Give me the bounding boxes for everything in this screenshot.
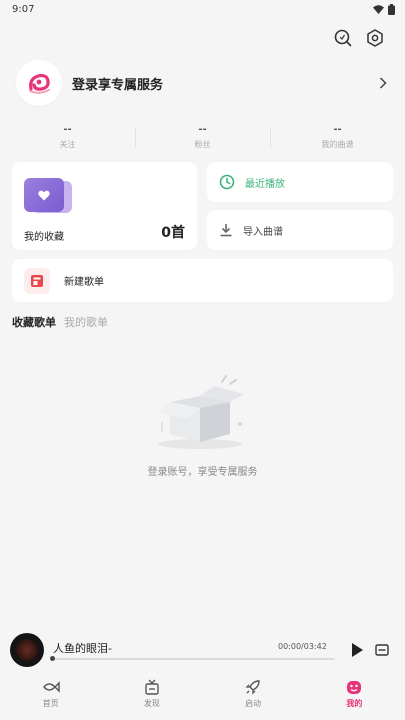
new-playlist-button[interactable]: 新建歌单 bbox=[12, 259, 393, 302]
song-time: 00:00/03:42 bbox=[278, 642, 327, 651]
new-playlist-icon bbox=[24, 267, 50, 294]
download-icon bbox=[220, 224, 232, 237]
stat-following[interactable]: -- 关注 bbox=[0, 124, 135, 154]
recent-played-label: 最近播放 bbox=[245, 178, 285, 190]
favorites-label: 我的收藏 bbox=[24, 232, 64, 243]
nav-launch[interactable]: 启动 bbox=[203, 673, 304, 720]
settings-button[interactable] bbox=[365, 28, 385, 48]
bottom-nav: 首页 发现 启动 我的 bbox=[0, 673, 405, 720]
stat-following-value: -- bbox=[63, 124, 72, 135]
nav-mine-label: 我的 bbox=[346, 699, 363, 708]
avatar bbox=[16, 60, 62, 106]
stat-fans[interactable]: -- 粉丝 bbox=[135, 124, 270, 154]
search-icon bbox=[334, 29, 352, 47]
chevron-right-icon bbox=[376, 76, 390, 90]
status-bar: 9:07 bbox=[0, 0, 405, 18]
tab-my-playlists[interactable]: 我的歌单 bbox=[64, 314, 108, 330]
play-icon[interactable] bbox=[350, 642, 364, 658]
progress-bar[interactable] bbox=[51, 658, 335, 660]
progress-handle[interactable] bbox=[50, 656, 55, 661]
import-score-label: 导入曲谱 bbox=[243, 226, 283, 238]
playlist-tabs: 收藏歌单 我的歌单 bbox=[12, 314, 108, 330]
recent-played-button[interactable]: 最近播放 bbox=[207, 162, 393, 202]
stat-following-label: 关注 bbox=[59, 140, 76, 149]
stat-fans-label: 粉丝 bbox=[194, 140, 211, 149]
stat-scores-label: 我的曲谱 bbox=[321, 140, 354, 149]
search-button[interactable] bbox=[333, 28, 353, 48]
settings-icon bbox=[367, 29, 383, 47]
playlist-icon[interactable] bbox=[375, 643, 389, 657]
wifi-icon bbox=[373, 4, 384, 14]
song-title: 人鱼的眼泪- bbox=[53, 642, 112, 655]
album-art bbox=[10, 633, 44, 667]
empty-state-text: 登录账号，享受专属服务 bbox=[147, 467, 258, 478]
battery-icon bbox=[388, 3, 395, 15]
nav-mine[interactable]: 我的 bbox=[304, 673, 405, 720]
empty-box-illustration bbox=[158, 375, 244, 449]
nav-discover-label: 发现 bbox=[143, 699, 160, 708]
stats-row: -- 关注 -- 粉丝 -- 我的曲谱 bbox=[0, 124, 405, 154]
status-time: 9:07 bbox=[12, 3, 35, 15]
stat-scores[interactable]: -- 我的曲谱 bbox=[270, 124, 405, 154]
favorites-card[interactable]: 我的收藏 0首 bbox=[12, 162, 197, 250]
favorites-cover bbox=[24, 178, 72, 213]
status-icons bbox=[373, 3, 395, 15]
nav-home[interactable]: 首页 bbox=[0, 673, 101, 720]
fish-icon bbox=[42, 681, 60, 693]
favorites-count: 0首 bbox=[161, 225, 185, 241]
clock-icon bbox=[219, 174, 235, 190]
pig-icon bbox=[347, 681, 362, 694]
login-label: 登录享专属服务 bbox=[72, 77, 164, 93]
stat-scores-value: -- bbox=[333, 124, 342, 135]
rocket-icon bbox=[245, 680, 260, 695]
new-playlist-label: 新建歌单 bbox=[64, 277, 104, 288]
nav-discover[interactable]: 发现 bbox=[101, 673, 202, 720]
import-score-button[interactable]: 导入曲谱 bbox=[207, 210, 393, 250]
nav-launch-label: 启动 bbox=[245, 699, 262, 708]
box-icon bbox=[145, 679, 159, 695]
heart-icon bbox=[38, 190, 50, 200]
mini-player[interactable]: 人鱼的眼泪- 00:00/03:42 bbox=[0, 628, 405, 672]
stat-fans-value: -- bbox=[198, 124, 207, 135]
app-logo-icon bbox=[29, 73, 50, 94]
tab-collected-playlists[interactable]: 收藏歌单 bbox=[12, 314, 56, 330]
login-row[interactable]: 登录享专属服务 bbox=[16, 58, 390, 108]
nav-home-label: 首页 bbox=[42, 699, 59, 708]
top-toolbar bbox=[333, 28, 385, 48]
